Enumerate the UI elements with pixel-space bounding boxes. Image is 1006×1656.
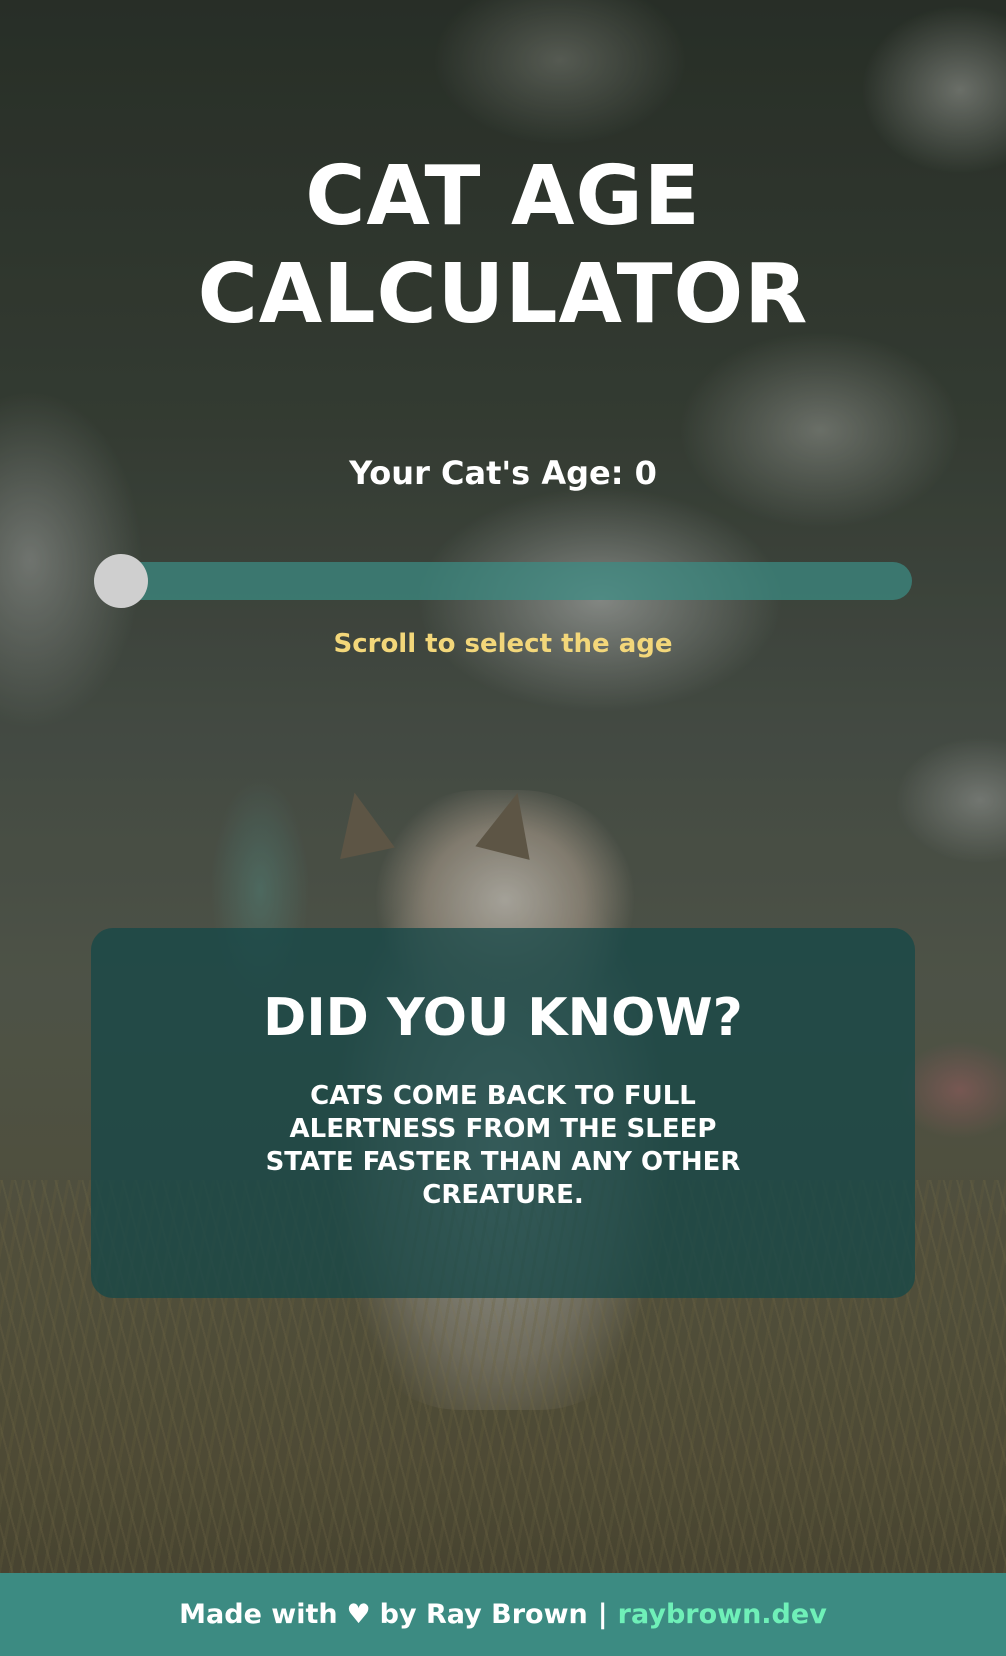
page: CAT AGE CALCULATOR Your Cat's Age: 0 Scr… [0,0,1006,1656]
age-slider-track[interactable] [94,562,912,600]
age-readout: Your Cat's Age: 0 [349,454,657,492]
fact-text: CATS COME BACK TO FULL ALERTNESS FROM TH… [265,1081,741,1210]
footer-author: by Ray Brown [379,1599,588,1630]
footer-separator: | [597,1599,608,1630]
footer-made-with: Made with [179,1599,338,1630]
footer-website-link[interactable]: raybrown.dev [618,1599,827,1630]
heart-icon: ♥ [346,1599,371,1630]
slider-hint: Scroll to select the age [333,629,673,659]
age-slider-thumb[interactable] [94,554,148,608]
title-line: CALCULATOR [197,247,809,342]
fact-title: DID YOU KNOW? [263,988,743,1048]
title-line: CAT AGE [305,149,701,244]
footer: Made with ♥ by Ray Brown | raybrown.dev [0,1573,1006,1656]
fact-card: DID YOU KNOW? CATS COME BACK TO FULL ALE… [91,928,915,1298]
page-title: CAT AGE CALCULATOR [0,148,1006,344]
